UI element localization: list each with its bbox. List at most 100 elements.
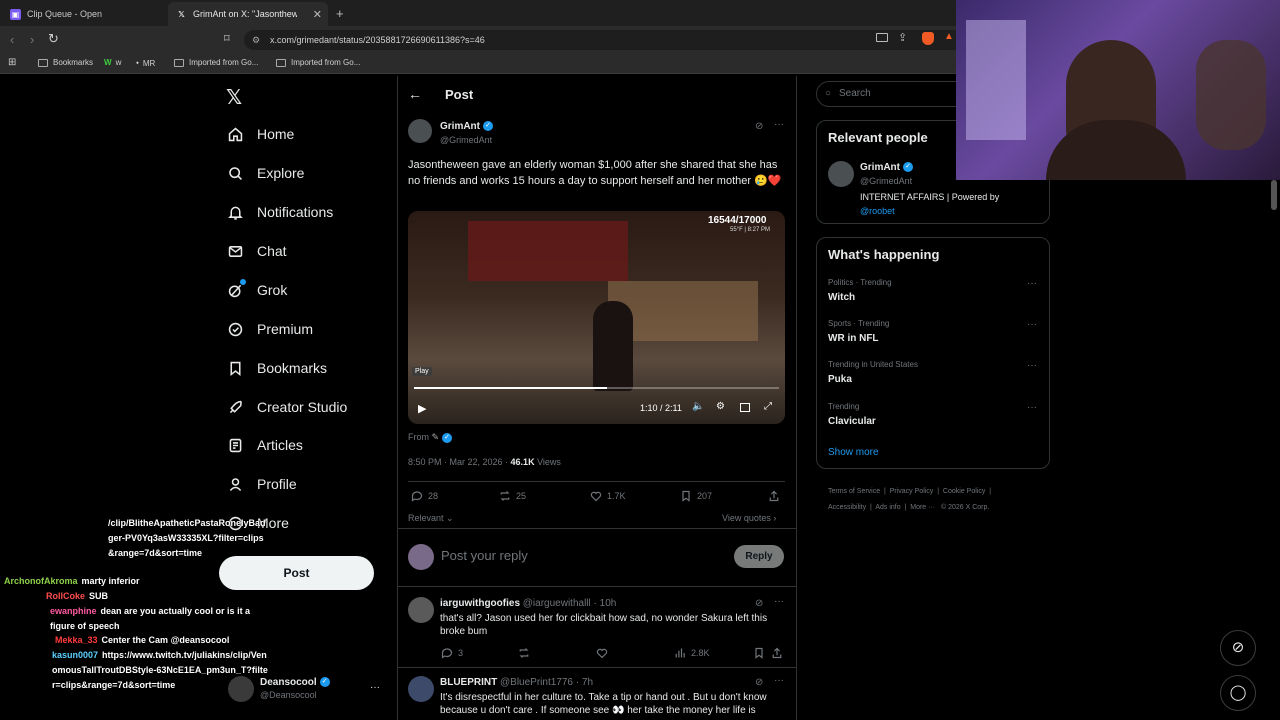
bookmark-item[interactable]: Ww <box>104 58 121 67</box>
footer-link[interactable]: Ads info <box>875 504 900 511</box>
x-logo-icon[interactable]: 𝕏 <box>226 85 242 110</box>
forward-icon[interactable]: › <box>30 32 34 47</box>
reply-author-name[interactable]: BLUEPRINT <box>440 677 497 688</box>
settings-icon[interactable]: ⚙ <box>716 401 725 412</box>
reply-repost-action[interactable] <box>518 647 535 659</box>
post-button[interactable]: Post <box>219 556 374 590</box>
cast-icon[interactable] <box>876 33 888 42</box>
video-player[interactable]: 16544/17000 55°F | 8:27 PM Play ▶ 1:10 /… <box>408 211 785 424</box>
like-action[interactable]: 1.7K <box>590 490 626 502</box>
reply-like-action[interactable] <box>596 647 613 659</box>
author-name[interactable]: GrimAnt ✓ <box>440 121 493 132</box>
reply-author-handle[interactable]: @iarguewithalll <box>523 598 591 609</box>
bookmark-item[interactable]: Imported from Go... <box>174 58 258 67</box>
tab-clip-queue[interactable]: ▣ Clip Queue - Open <box>2 2 162 26</box>
bookmark-page-icon[interactable]: ⌑ <box>224 32 230 45</box>
nav-explore[interactable]: Explore <box>226 164 304 182</box>
reply-time[interactable]: 7h <box>582 677 593 688</box>
volume-icon[interactable]: 🔈 <box>692 401 704 412</box>
grok-explain-icon[interactable]: ⊘ <box>755 598 763 609</box>
nav-grok[interactable]: Grok <box>226 279 287 299</box>
tab-close-icon[interactable]: ✕ <box>313 8 322 21</box>
apps-grid-icon[interactable]: ⊞ <box>8 57 16 68</box>
chat-username[interactable]: Mekka_33 <box>55 635 98 645</box>
nav-premium[interactable]: Premium <box>226 320 313 338</box>
trend-more-icon[interactable]: ··· <box>1027 402 1037 413</box>
bookmark-item[interactable]: Imported from Go... <box>276 58 360 67</box>
trend-item[interactable]: Trending Clavicular <box>828 402 876 427</box>
person-handle[interactable]: @GrimedAnt <box>860 176 912 186</box>
person-avatar[interactable] <box>828 161 854 187</box>
reply-time[interactable]: 10h <box>600 598 617 609</box>
nav-creator-studio[interactable]: Creator Studio <box>226 398 347 416</box>
tab-x-post[interactable]: 𝕏 GrimAnt on X: "Jasontheween ✕ <box>168 2 328 26</box>
messages-float-icon[interactable]: ◯ <box>1220 675 1256 711</box>
trend-item[interactable]: Sports · Trending WR in NFL <box>828 319 889 344</box>
relevant-sort[interactable]: Relevant ⌄ <box>408 513 454 524</box>
grok-float-icon[interactable]: ⊘ <box>1220 630 1256 666</box>
view-quotes-link[interactable]: View quotes › <box>722 513 776 523</box>
author-handle[interactable]: @GrimedAnt <box>440 135 492 145</box>
reply-input[interactable]: Post your reply <box>441 548 528 563</box>
trend-item[interactable]: Trending in United States Puka <box>828 360 918 385</box>
reply-more-icon[interactable]: ··· <box>774 675 784 686</box>
reply-author-handle[interactable]: @BluePrint1776 <box>500 677 573 688</box>
chat-username[interactable]: RollCoke <box>46 591 85 601</box>
footer-link[interactable]: More ··· <box>910 504 935 511</box>
reply-reply-action[interactable]: 3 <box>441 647 463 659</box>
person-name[interactable]: GrimAnt ✓ <box>860 162 913 173</box>
nav-articles[interactable]: Articles <box>226 436 303 454</box>
brave-rewards-icon[interactable]: ▲ <box>944 31 954 42</box>
site-info-icon[interactable]: ⚙ <box>252 30 260 50</box>
reply-button[interactable]: Reply <box>734 545 784 568</box>
reply-author-avatar[interactable] <box>408 597 434 623</box>
video-progress-track[interactable] <box>414 387 779 389</box>
share-icon[interactable]: ⇪ <box>898 31 907 44</box>
grok-explain-icon[interactable]: ⊘ <box>755 677 763 688</box>
reply-author-avatar[interactable] <box>408 676 434 702</box>
reload-icon[interactable]: ↻ <box>48 31 59 47</box>
nav-notifications[interactable]: Notifications <box>226 203 333 221</box>
nav-chat[interactable]: Chat <box>226 242 287 260</box>
search-input[interactable]: ○ Search <box>816 81 976 107</box>
trend-more-icon[interactable]: ··· <box>1027 319 1037 330</box>
reply-bookmark-action[interactable] <box>753 647 770 659</box>
brave-shield-icon[interactable] <box>922 32 934 45</box>
chat-username[interactable]: ewanphine <box>50 606 97 616</box>
chat-username[interactable]: ArchonofAkroma <box>4 576 78 586</box>
fullscreen-icon[interactable]: ⤢ <box>764 401 772 412</box>
footer-link[interactable]: Accessibility <box>828 504 866 511</box>
bookmark-action[interactable]: 207 <box>680 490 712 502</box>
account-menu-icon[interactable]: ··· <box>370 682 380 693</box>
play-icon[interactable]: ▶ <box>418 402 426 415</box>
author-avatar[interactable] <box>408 119 432 143</box>
new-tab-button[interactable]: + <box>336 6 344 21</box>
chat-username[interactable]: kasun0007 <box>52 650 98 660</box>
reply-author-name[interactable]: iarguwithgoofies <box>440 598 520 609</box>
reply-more-icon[interactable]: ··· <box>774 596 784 607</box>
grok-explain-icon[interactable]: ⊘ <box>755 121 763 132</box>
show-more-link[interactable]: Show more <box>828 447 879 458</box>
back-icon[interactable]: ‹ <box>10 32 14 47</box>
url-input[interactable]: ⚙ x.com/grimedant/status/203588172669061… <box>244 30 964 50</box>
post-more-icon[interactable]: ··· <box>774 119 784 130</box>
person-bio-link[interactable]: @roobet <box>860 206 895 216</box>
back-arrow-icon[interactable]: ← <box>408 86 422 102</box>
share-action[interactable] <box>768 490 785 502</box>
pip-icon[interactable] <box>740 403 750 412</box>
trend-more-icon[interactable]: ··· <box>1027 360 1037 371</box>
bookmark-item[interactable]: Bookmarks <box>38 58 93 67</box>
nav-home[interactable]: Home <box>226 125 294 143</box>
page-scrollbar-thumb[interactable] <box>1271 180 1277 210</box>
reply-action[interactable]: 28 <box>411 490 438 502</box>
nav-bookmarks[interactable]: Bookmarks <box>226 359 327 377</box>
trend-more-icon[interactable]: ··· <box>1027 278 1037 289</box>
bookmark-item[interactable]: ⬩ MR <box>136 58 155 68</box>
footer-link[interactable]: Privacy Policy <box>890 488 934 495</box>
footer-link[interactable]: Cookie Policy <box>943 488 985 495</box>
trend-item[interactable]: Politics · Trending Witch <box>828 278 892 303</box>
reply-share-action[interactable] <box>771 647 788 659</box>
reply-views-action[interactable]: 2.8K <box>674 647 710 659</box>
account-name[interactable]: Deansocool ✓ <box>260 677 330 688</box>
nav-profile[interactable]: Profile <box>226 475 297 493</box>
